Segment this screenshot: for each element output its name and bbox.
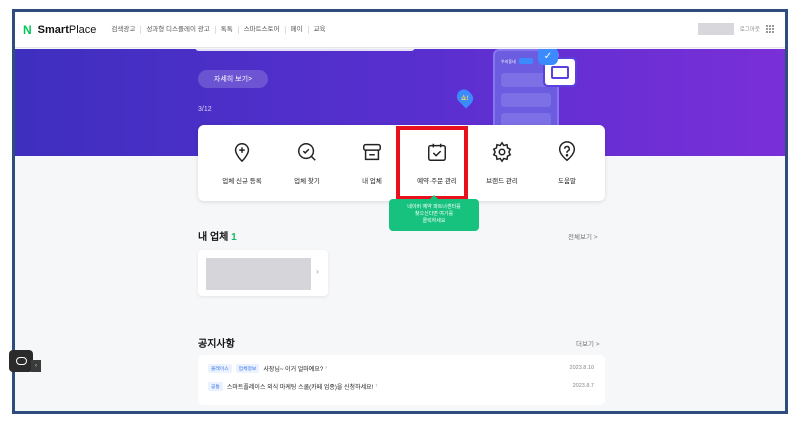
naver-logo-icon[interactable]: N <box>23 23 32 37</box>
map-pin-plus-icon <box>234 143 250 163</box>
reservation-highlight-box <box>396 126 468 200</box>
store-icon <box>363 143 381 161</box>
chevron-right-icon: › <box>325 365 328 371</box>
browser-viewport: N SmartPlace 검색광고 성과형 디스플레이 광고 톡톡 스마트스토어… <box>12 9 788 414</box>
business-thumbnail-redacted <box>206 258 311 290</box>
notice-tag: 공통 <box>208 381 223 391</box>
logo-light-text: Place <box>68 23 97 36</box>
quick-item-my-business[interactable]: 내 업체 <box>340 125 404 201</box>
phone-label: 우리동네 <box>501 59 516 64</box>
tooltip-line: 네이버 예약 파트너센터를 <box>407 204 461 210</box>
hero-more-button[interactable]: 자세히 보기> <box>198 70 268 88</box>
screenshot-frame: N SmartPlace 검색광고 성과형 디스플레이 광고 톡톡 스마트스토어… <box>0 0 800 427</box>
notice-text: 스마트플레이스 외식 마케팅 스쿨(카페 업종)을 신청하세요! <box>226 384 374 391</box>
quick-item-label: 업체 찾기 <box>294 178 320 185</box>
notice-text: 사장님~ 이거 얼마예요? <box>263 366 324 373</box>
user-name-redacted[interactable] <box>697 23 734 35</box>
nav-display-ads[interactable]: 성과형 디스플레이 광고 <box>140 25 214 34</box>
business-card[interactable]: › <box>198 250 328 296</box>
phone-chip <box>519 58 533 64</box>
nav-pay[interactable]: 페이 <box>284 25 308 34</box>
pin-label: 쇼! <box>461 96 469 102</box>
nav-search-ads[interactable]: 검색광고 <box>106 26 140 34</box>
chat-collapse-tab[interactable]: ‹ <box>31 360 41 372</box>
quick-item-label: 도움말 <box>558 178 576 185</box>
nav-smartstore[interactable]: 스마트스토어 <box>237 25 285 34</box>
my-business-title-text: 내 업체 <box>198 232 229 243</box>
notices-more-link[interactable]: 더보기 > <box>576 338 600 348</box>
logout-link[interactable]: 로그아웃 <box>740 25 760 33</box>
nav-education[interactable]: 교육 <box>307 25 331 34</box>
hero-page-indicator: 3/12 <box>198 106 212 113</box>
nav-talktalk[interactable]: 톡톡 <box>214 25 238 34</box>
quick-item-label: 내 업체 <box>362 178 382 185</box>
notice-row[interactable]: 플레이스 업체정보 사장님~ 이거 얼마예요? › 2023.8.10 <box>208 363 594 373</box>
notice-row[interactable]: 공통 스마트플레이스 외식 마케팅 스쿨(카페 업종)을 신청하세요! › 202… <box>208 381 594 391</box>
tooltip-line: 찾으신다면 여기를 <box>414 211 454 217</box>
apps-grid-icon[interactable] <box>766 24 775 34</box>
account-area: 로그아웃 <box>697 23 775 35</box>
notice-list: 플레이스 업체정보 사장님~ 이거 얼마예요? › 2023.8.10 공통 스마… <box>198 355 605 405</box>
notice-date: 2023.8.10 <box>569 365 594 371</box>
quick-item-register[interactable]: 업체 신규 등록 <box>210 125 274 201</box>
top-navigation: N SmartPlace 검색광고 성과형 디스플레이 광고 톡톡 스마트스토어… <box>15 12 785 48</box>
logo-bold-text: Smart <box>37 23 69 36</box>
reservation-tooltip[interactable]: 네이버 예약 파트너센터를 찾으신다면 여기를 클릭하세요 <box>389 195 479 231</box>
notice-tag: 플레이스 <box>208 363 232 373</box>
quick-item-help[interactable]: 도움말 <box>535 125 599 201</box>
quick-item-label: 업체 신규 등록 <box>222 178 262 185</box>
chevron-right-icon: › <box>316 267 319 276</box>
gear-icon <box>492 141 512 163</box>
my-business-count: 1 <box>231 232 237 243</box>
quick-item-brand[interactable]: 브랜드 관리 <box>470 125 534 201</box>
quick-item-label: 브랜드 관리 <box>486 178 518 185</box>
notices-title: 공지사항 <box>198 339 235 350</box>
search-check-icon <box>298 143 316 161</box>
chevron-right-icon: › <box>375 383 378 389</box>
tooltip-line: 클릭하세요 <box>422 218 446 224</box>
phone-card <box>501 93 551 107</box>
notice-tag: 업체정보 <box>235 363 260 373</box>
my-business-view-all-link[interactable]: 전체보기 > <box>568 231 598 241</box>
smartplace-logo[interactable]: SmartPlace <box>38 24 97 36</box>
chat-button[interactable] <box>9 350 33 372</box>
quick-item-find[interactable]: 업체 찾기 <box>275 125 339 201</box>
my-business-title: 내 업체 1 <box>198 228 237 243</box>
chat-bubble-icon <box>15 357 27 365</box>
check-badge-icon: ✓ <box>538 49 558 65</box>
question-icon <box>558 141 576 162</box>
hero-headline-cropped <box>195 49 415 51</box>
notice-date: 2023.8.7 <box>572 383 594 389</box>
